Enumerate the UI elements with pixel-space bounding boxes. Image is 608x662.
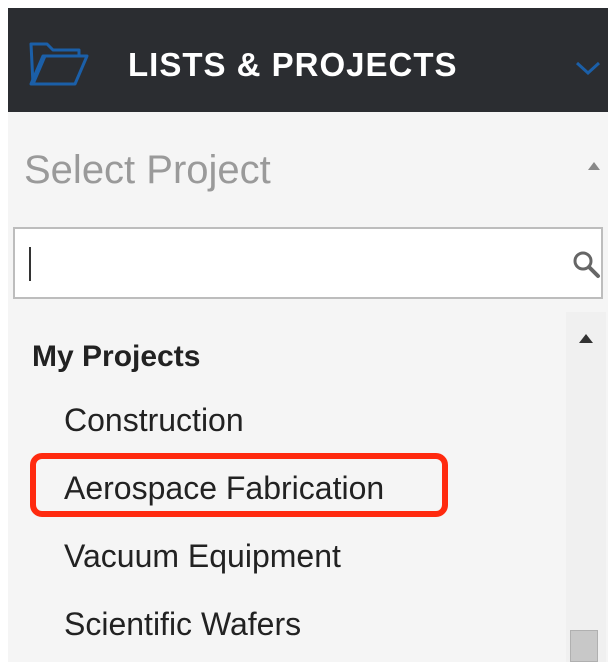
text-caret bbox=[29, 247, 31, 281]
chevron-up-icon[interactable] bbox=[588, 162, 600, 170]
project-item-vacuum-equipment[interactable]: Vacuum Equipment bbox=[64, 538, 341, 575]
search-input[interactable] bbox=[23, 237, 547, 291]
chevron-down-icon[interactable] bbox=[574, 60, 602, 76]
list-scrollbar[interactable] bbox=[566, 312, 606, 662]
selection-highlight bbox=[30, 453, 448, 517]
group-label-my-projects: My Projects bbox=[32, 340, 201, 373]
lists-projects-header[interactable]: LISTS & PROJECTS bbox=[8, 8, 608, 112]
search-icon[interactable] bbox=[571, 249, 601, 279]
project-item-scientific-wafers[interactable]: Scientific Wafers bbox=[64, 606, 301, 643]
scroll-up-icon[interactable] bbox=[579, 334, 593, 343]
scrollbar-thumb[interactable] bbox=[570, 630, 598, 662]
project-select-placeholder: Select Project bbox=[24, 148, 271, 192]
project-item-construction[interactable]: Construction bbox=[64, 402, 244, 439]
folder-icon bbox=[29, 42, 89, 86]
header-title: LISTS & PROJECTS bbox=[128, 46, 458, 83]
project-search-field[interactable] bbox=[13, 227, 603, 299]
project-select[interactable]: Select Project bbox=[8, 112, 608, 224]
